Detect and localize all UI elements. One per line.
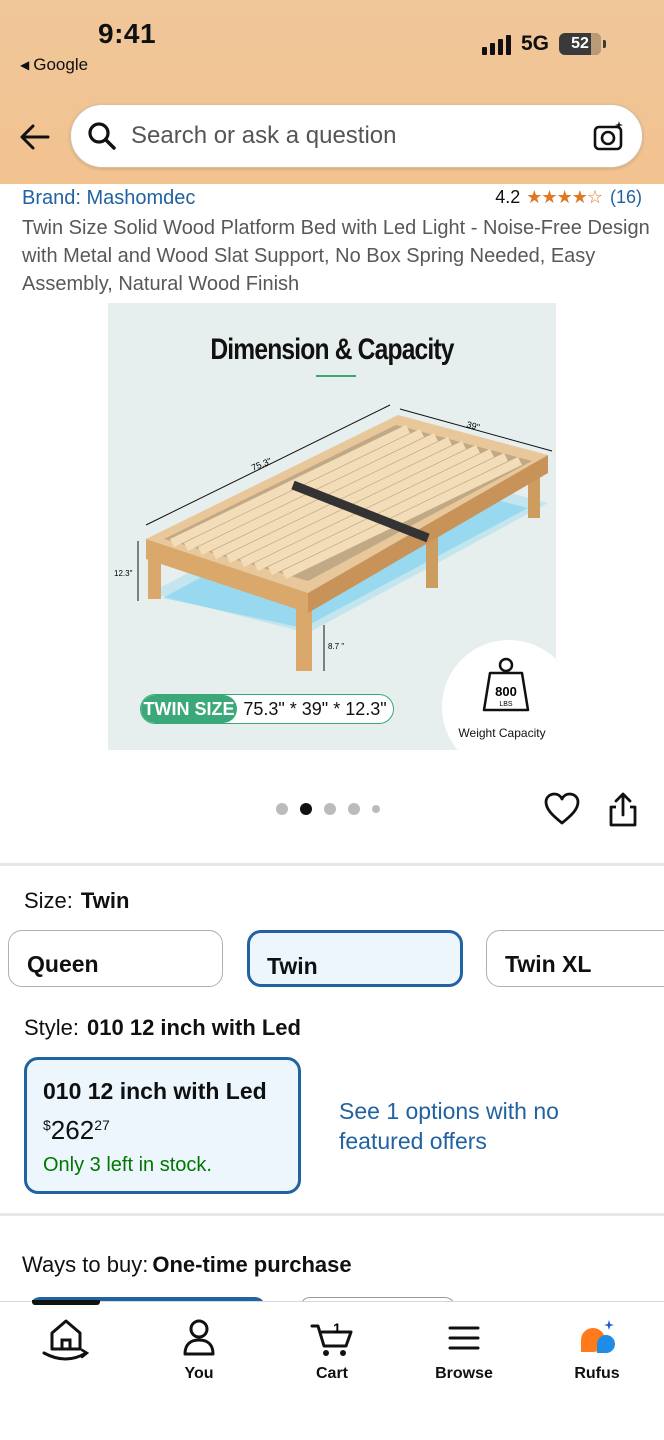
nav-you[interactable]: You: [139, 1313, 259, 1383]
header: 9:41 ◀ Google 5G 52 Search or ask a ques…: [0, 0, 664, 184]
nav-rufus-label: Rufus: [574, 1365, 620, 1382]
back-arrow-icon[interactable]: [18, 120, 52, 154]
review-count[interactable]: (16): [610, 187, 642, 208]
ways-to-buy: Ways to buy: One-time purchase: [22, 1252, 352, 1278]
back-triangle-icon: ◀: [20, 58, 30, 72]
size-option-twin[interactable]: Twin: [247, 930, 463, 987]
rating-summary[interactable]: 4.2 ★★★★☆ (16): [495, 187, 642, 208]
size-badge: TWIN SIZE 75.3" * 39" * 12.3": [140, 694, 394, 724]
style-option-name: 010 12 inch with Led: [43, 1078, 267, 1104]
search-icon: [88, 122, 116, 150]
style-label: Style:: [24, 1015, 80, 1040]
menu-icon: [448, 1326, 480, 1350]
size-option-twin-xl[interactable]: Twin XL: [486, 930, 664, 987]
weight-value: 800: [495, 684, 517, 699]
battery-icon: 52: [559, 33, 601, 55]
price-symbol: $: [43, 1117, 51, 1133]
nav-browse-label: Browse: [435, 1365, 493, 1382]
ways-to-buy-label: Ways to buy:: [22, 1252, 149, 1277]
heart-icon[interactable]: [544, 792, 580, 826]
share-icon[interactable]: [607, 792, 639, 828]
leg-height-label: 8.7 ": [328, 642, 344, 651]
size-option-label: Queen: [27, 951, 99, 977]
size-option-label: Twin: [267, 953, 318, 979]
back-to-app[interactable]: ◀ Google: [20, 55, 88, 75]
style-selected: 010 12 inch with Led: [87, 1015, 301, 1040]
rufus-icon: [581, 1320, 615, 1353]
product-page: 9:41 ◀ Google 5G 52 Search or ask a ques…: [0, 0, 664, 1440]
carousel-dot[interactable]: [372, 805, 380, 813]
rating-value: 4.2: [495, 187, 521, 207]
nav-active-indicator: [32, 1300, 100, 1305]
weight-unit: LBS: [499, 701, 513, 708]
divider: [0, 1213, 664, 1216]
home-icon: [42, 1319, 90, 1361]
divider: [0, 863, 664, 866]
search-input[interactable]: Search or ask a question: [131, 122, 592, 150]
weight-caption: Weight Capacity: [458, 726, 546, 740]
nav-cart-label: Cart: [315, 1365, 348, 1382]
product-image[interactable]: Dimension & Capacity 75.3" 39" 12.3" 8.7…: [108, 303, 556, 750]
style-option-card[interactable]: 010 12 inch with Led $ 262 27 Only 3 lef…: [24, 1057, 301, 1194]
nav-you-label: You: [184, 1365, 214, 1382]
status-indicators: 5G 52: [481, 32, 606, 56]
size-option-queen[interactable]: Queen: [8, 930, 223, 987]
size-heading: Size: Twin: [24, 888, 129, 914]
carousel-dot[interactable]: [276, 803, 288, 815]
size-selected: Twin: [80, 888, 130, 913]
back-app-label: Google: [33, 55, 89, 74]
height-label: 12.3": [114, 569, 133, 578]
status-time: 9:41: [98, 18, 157, 49]
search-bar[interactable]: Search or ask a question: [70, 104, 643, 168]
nav-home[interactable]: [6, 1313, 126, 1363]
nav-rufus[interactable]: Rufus: [537, 1313, 657, 1383]
weight-icon: 800 LBS: [482, 657, 530, 712]
size-option-label: Twin XL: [505, 951, 592, 977]
nav-browse[interactable]: Browse: [404, 1313, 524, 1383]
signal-icon: [481, 33, 511, 55]
weight-capacity-badge: 800 LBS Weight Capacity: [442, 640, 556, 750]
carousel-dot[interactable]: [348, 803, 360, 815]
size-label: Size:: [24, 888, 73, 913]
star-rating-icon: ★★★★☆: [526, 187, 603, 207]
cart-icon: 1: [310, 1320, 353, 1356]
nav-cart[interactable]: 1 Cart: [272, 1313, 392, 1383]
carousel-dot-active[interactable]: [300, 803, 312, 815]
battery-level: 52: [571, 35, 589, 52]
product-title: Twin Size Solid Wood Platform Bed with L…: [22, 217, 650, 295]
length-label: 75.3": [250, 456, 273, 473]
style-heading: Style: 010 12 inch with Led: [24, 1015, 301, 1041]
network-label: 5G: [520, 32, 549, 55]
cart-count: 1: [333, 1320, 341, 1336]
ways-to-buy-value: One-time purchase: [152, 1252, 352, 1277]
brand-link[interactable]: Brand: Mashomdec: [22, 187, 195, 210]
price-cents: 27: [94, 1117, 110, 1133]
price-whole: 262: [50, 1115, 95, 1145]
width-label: 39": [465, 419, 480, 432]
image-carousel-dots[interactable]: [276, 803, 380, 815]
camera-search-icon[interactable]: [592, 119, 626, 153]
carousel-dot[interactable]: [324, 803, 336, 815]
style-option-price: $ 262 27: [43, 1115, 298, 1146]
size-badge-label: TWIN SIZE: [141, 695, 237, 723]
size-badge-dims: 75.3" * 39" * 12.3": [243, 698, 387, 719]
see-options-link[interactable]: See 1 options with no featured offers: [339, 1096, 569, 1156]
stock-status: Only 3 left in stock.: [43, 1154, 212, 1176]
person-icon: [183, 1319, 215, 1356]
